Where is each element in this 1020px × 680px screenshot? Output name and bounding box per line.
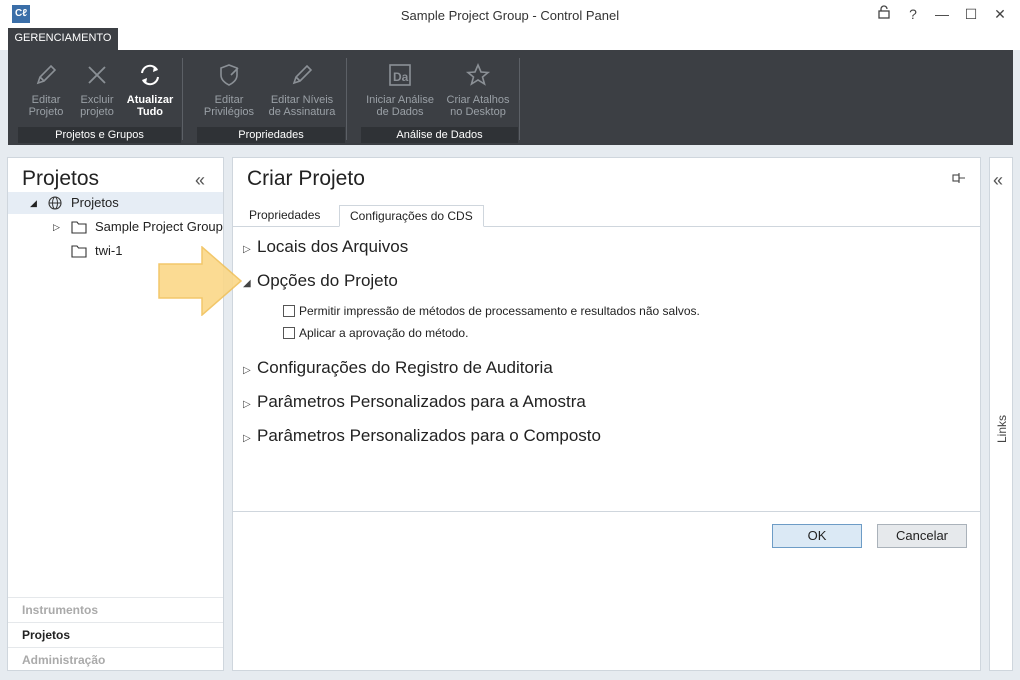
window-title: Sample Project Group - Control Panel	[400, 8, 620, 23]
delete-project-button[interactable]: Excluir projeto	[72, 58, 122, 122]
tab-gerenciamento[interactable]: GERENCIAMENTO	[8, 28, 118, 50]
shield-pencil-icon	[220, 64, 239, 86]
checkbox[interactable]	[283, 327, 295, 339]
edit-project-button[interactable]: Editar Projeto	[22, 58, 70, 122]
ribbon: Editar Projeto Excluir projeto Atualizar…	[8, 50, 1013, 145]
collapsed-triangle-icon: ▷	[243, 244, 251, 255]
tree-label: twi-1	[95, 243, 123, 258]
tree-item-projetos[interactable]: ◢ Projetos	[8, 192, 223, 214]
close-icon[interactable]: ✕	[989, 4, 1011, 24]
section-label: Parâmetros Personalizados para a Amostra	[257, 392, 586, 411]
group-label-properties: Propriedades	[197, 127, 345, 143]
delete-project-label1: Excluir	[80, 94, 114, 106]
folder-icon	[71, 221, 87, 234]
start-analysis-label1: Iniciar Análise	[366, 94, 434, 106]
svg-text:Da: Da	[393, 70, 409, 84]
expanded-triangle-icon: ◢	[243, 278, 251, 289]
ribbon-separator	[519, 58, 520, 140]
start-data-analysis-button[interactable]: Da Iniciar Análise de Dados	[362, 58, 438, 122]
section-opcoes-do-projeto[interactable]: ◢ Opções do Projeto	[243, 271, 398, 291]
title-bar: Cℓ Sample Project Group - Control Panel …	[0, 0, 1020, 28]
create-project-panel: Criar Projeto Propriedades Configurações…	[232, 157, 981, 671]
nav-projetos[interactable]: Projetos	[8, 622, 223, 646]
collapsed-triangle-icon: ▷	[243, 365, 251, 376]
pin-icon[interactable]	[951, 172, 967, 184]
edit-signature-levels-button[interactable]: Editar Níveis de Assinatura	[264, 58, 340, 122]
tree-item-sample-project-group[interactable]: ▷ Sample Project Group	[8, 216, 223, 238]
section-parametros-amostra[interactable]: ▷ Parâmetros Personalizados para a Amostr…	[243, 392, 586, 412]
help-icon[interactable]: ?	[902, 4, 924, 24]
section-label: Parâmetros Personalizados para o Compost…	[257, 426, 601, 445]
option-permitir-impressao[interactable]: Permitir impressão de métodos de process…	[283, 304, 700, 318]
ribbon-separator	[346, 58, 347, 140]
links-panel: « Links	[989, 157, 1013, 671]
lock-icon[interactable]	[873, 4, 895, 24]
pencil-icon	[36, 64, 57, 85]
option-label: Permitir impressão de métodos de process…	[299, 304, 700, 318]
collapsed-triangle-icon: ▷	[243, 433, 251, 444]
shortcuts-label2: no Desktop	[450, 106, 506, 118]
star-icon	[465, 62, 491, 86]
minimize-icon[interactable]: —	[931, 4, 953, 24]
edit-signature-label2: de Assinatura	[268, 106, 336, 118]
start-analysis-label2: de Dados	[376, 106, 424, 118]
tree-label: Sample Project Group	[95, 219, 223, 234]
collapsed-triangle-icon: ▷	[243, 399, 251, 410]
panel-title: Projetos	[22, 167, 100, 190]
ok-button[interactable]: OK	[772, 524, 862, 548]
section-label: Locais dos Arquivos	[257, 237, 409, 256]
tab-propriedades[interactable]: Propriedades	[239, 205, 330, 227]
links-label[interactable]: Links	[995, 409, 1009, 449]
ribbon-tabbar: GERENCIAMENTO	[0, 28, 1020, 50]
checkbox[interactable]	[283, 305, 295, 317]
maximize-icon[interactable]: ☐	[960, 4, 982, 24]
refresh-all-label2: Tudo	[136, 106, 164, 118]
edit-project-label2: Projeto	[28, 106, 64, 118]
refresh-icon	[141, 64, 159, 86]
expanded-triangle-icon[interactable]: ◢	[30, 192, 37, 214]
refresh-all-label1: Atualizar	[126, 94, 174, 106]
data-analysis-icon: Da	[389, 64, 411, 86]
collapse-chevron-icon[interactable]: «	[195, 170, 205, 191]
edit-privileges-label1: Editar	[214, 94, 244, 106]
section-registro-auditoria[interactable]: ▷ Configurações do Registro de Auditoria	[243, 358, 553, 378]
section-label: Opções do Projeto	[257, 271, 398, 290]
main-title: Criar Projeto	[247, 167, 365, 190]
option-aplicar-aprovacao[interactable]: Aplicar a aprovação do método.	[283, 326, 468, 340]
edit-signature-label1: Editar Níveis	[270, 94, 334, 106]
create-desktop-shortcuts-button[interactable]: Criar Atalhos no Desktop	[442, 58, 514, 122]
collapsed-triangle-icon[interactable]: ▷	[53, 216, 60, 238]
ribbon-separator	[182, 58, 183, 140]
edit-project-label1: Editar	[31, 94, 61, 106]
pencil-icon	[292, 64, 313, 85]
option-label: Aplicar a aprovação do método.	[299, 326, 469, 340]
section-label: Configurações do Registro de Auditoria	[257, 358, 553, 377]
globe-icon	[48, 196, 62, 210]
section-parametros-composto[interactable]: ▷ Parâmetros Personalizados para o Compos…	[243, 426, 601, 446]
delete-project-label2: projeto	[80, 106, 114, 118]
tree-label: Projetos	[71, 195, 119, 210]
cancel-button[interactable]: Cancelar	[877, 524, 967, 548]
projects-panel: Projetos « ◢ Projetos ▷ Sample Project G…	[7, 157, 224, 671]
x-icon	[88, 66, 106, 84]
folder-icon	[71, 245, 87, 258]
group-label-projects: Projetos e Grupos	[18, 127, 181, 143]
shortcuts-label1: Criar Atalhos	[446, 94, 510, 106]
group-label-data-analysis: Análise de Dados	[361, 127, 518, 143]
expand-chevron-icon[interactable]: «	[993, 170, 1003, 191]
edit-privileges-label2: Privilégios	[203, 106, 255, 118]
nav-administracao[interactable]: Administração	[8, 647, 223, 671]
footer-divider	[233, 511, 980, 512]
nav-instrumentos[interactable]: Instrumentos	[8, 597, 223, 621]
refresh-all-button[interactable]: Atualizar Tudo	[124, 58, 176, 122]
tab-configuracoes-cds[interactable]: Configurações do CDS	[339, 205, 484, 227]
edit-privileges-button[interactable]: Editar Privilégios	[198, 58, 260, 122]
section-locais-dos-arquivos[interactable]: ▷ Locais dos Arquivos	[243, 237, 408, 257]
highlight-arrow-icon	[158, 246, 242, 316]
